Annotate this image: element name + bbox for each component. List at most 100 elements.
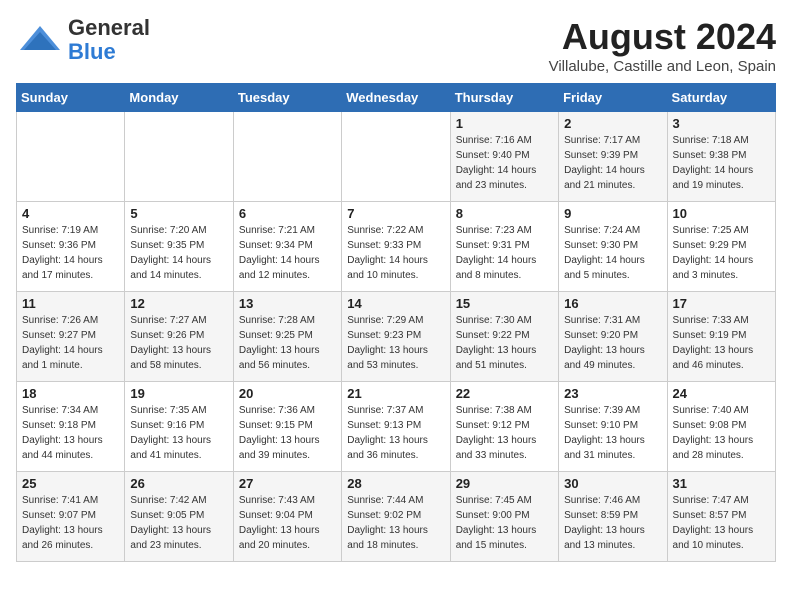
day-info: Sunrise: 7:16 AMSunset: 9:40 PMDaylight:… (456, 133, 553, 193)
weekday-saturday: Saturday (667, 84, 775, 112)
day-info: Sunrise: 7:22 AMSunset: 9:33 PMDaylight:… (347, 223, 444, 283)
day-info: Sunrise: 7:42 AMSunset: 9:05 PMDaylight:… (130, 493, 227, 553)
logo: General Blue (16, 16, 150, 64)
weekday-sunday: Sunday (17, 84, 125, 112)
day-info: Sunrise: 7:46 AMSunset: 8:59 PMDaylight:… (564, 493, 661, 553)
logo-general: General (68, 15, 150, 40)
day-number: 8 (456, 206, 553, 221)
calendar-cell: 18 Sunrise: 7:34 AMSunset: 9:18 PMDayligh… (17, 382, 125, 472)
calendar-cell: 9 Sunrise: 7:24 AMSunset: 9:30 PMDaylight… (559, 202, 667, 292)
weekday-wednesday: Wednesday (342, 84, 450, 112)
calendar-cell (125, 112, 233, 202)
day-info: Sunrise: 7:40 AMSunset: 9:08 PMDaylight:… (673, 403, 770, 463)
day-number: 4 (22, 206, 119, 221)
day-number: 19 (130, 386, 227, 401)
day-number: 16 (564, 296, 661, 311)
weekday-header-row: SundayMondayTuesdayWednesdayThursdayFrid… (17, 84, 776, 112)
day-number: 18 (22, 386, 119, 401)
calendar-cell: 14Sunrise: 7:29 AMSunset: 9:23 PMDayligh… (342, 292, 450, 382)
day-number: 9 (564, 206, 661, 221)
day-info: Sunrise: 7:30 AMSunset: 9:22 PMDaylight:… (456, 313, 553, 373)
calendar-cell: 22Sunrise: 7:38 AMSunset: 9:12 PMDayligh… (450, 382, 558, 472)
day-number: 28 (347, 476, 444, 491)
weekday-tuesday: Tuesday (233, 84, 341, 112)
calendar-cell: 25Sunrise: 7:41 AMSunset: 9:07 PMDayligh… (17, 472, 125, 562)
day-info: Sunrise: 7:47 AMSunset: 8:57 PMDaylight:… (673, 493, 770, 553)
calendar-cell: 20Sunrise: 7:36 AMSunset: 9:15 PMDayligh… (233, 382, 341, 472)
calendar-cell: 10 Sunrise: 7:25 AMSunset: 9:29 PMDayligh… (667, 202, 775, 292)
logo-blue: Blue (68, 39, 116, 64)
day-number: 12 (130, 296, 227, 311)
day-info: Sunrise: 7:23 AMSunset: 9:31 PMDaylight:… (456, 223, 553, 283)
calendar-cell: 17Sunrise: 7:33 AMSunset: 9:19 PMDayligh… (667, 292, 775, 382)
day-number: 21 (347, 386, 444, 401)
calendar-body: 1Sunrise: 7:16 AMSunset: 9:40 PMDaylight… (17, 112, 776, 562)
month-year-title: August 2024 (549, 16, 776, 58)
calendar-cell: 24 Sunrise: 7:40 AMSunset: 9:08 PMDayligh… (667, 382, 775, 472)
calendar-header: SundayMondayTuesdayWednesdayThursdayFrid… (17, 84, 776, 112)
calendar-cell: 27Sunrise: 7:43 AMSunset: 9:04 PMDayligh… (233, 472, 341, 562)
day-info: Sunrise: 7:24 AMSunset: 9:30 PMDaylight:… (564, 223, 661, 283)
day-number: 5 (130, 206, 227, 221)
day-info: Sunrise: 7:21 AMSunset: 9:34 PMDaylight:… (239, 223, 336, 283)
location-subtitle: Villalube, Castille and Leon, Spain (549, 58, 776, 75)
day-number: 22 (456, 386, 553, 401)
day-number: 13 (239, 296, 336, 311)
calendar-week-4: 18 Sunrise: 7:34 AMSunset: 9:18 PMDayligh… (17, 382, 776, 472)
calendar-cell: 30 Sunrise: 7:46 AMSunset: 8:59 PMDayligh… (559, 472, 667, 562)
calendar-cell: 2Sunrise: 7:17 AMSunset: 9:39 PMDaylight… (559, 112, 667, 202)
calendar-cell: 1Sunrise: 7:16 AMSunset: 9:40 PMDaylight… (450, 112, 558, 202)
day-info: Sunrise: 7:25 AMSunset: 9:29 PMDaylight:… (673, 223, 770, 283)
day-number: 27 (239, 476, 336, 491)
day-info: Sunrise: 7:19 AMSunset: 9:36 PMDaylight:… (22, 223, 119, 283)
day-info: Sunrise: 7:35 AMSunset: 9:16 PMDaylight:… (130, 403, 227, 463)
calendar-cell: 23 Sunrise: 7:39 AMSunset: 9:10 PMDayligh… (559, 382, 667, 472)
calendar-cell: 12Sunrise: 7:27 AMSunset: 9:26 PMDayligh… (125, 292, 233, 382)
calendar-cell: 19 Sunrise: 7:35 AMSunset: 9:16 PMDayligh… (125, 382, 233, 472)
day-number: 29 (456, 476, 553, 491)
day-number: 23 (564, 386, 661, 401)
calendar-cell (233, 112, 341, 202)
day-info: Sunrise: 7:18 AMSunset: 9:38 PMDaylight:… (673, 133, 770, 193)
day-number: 24 (673, 386, 770, 401)
day-info: Sunrise: 7:28 AMSunset: 9:25 PMDaylight:… (239, 313, 336, 373)
weekday-friday: Friday (559, 84, 667, 112)
logo-text: General Blue (68, 16, 150, 64)
calendar-cell: 4 Sunrise: 7:19 AMSunset: 9:36 PMDaylight… (17, 202, 125, 292)
weekday-monday: Monday (125, 84, 233, 112)
day-info: Sunrise: 7:33 AMSunset: 9:19 PMDaylight:… (673, 313, 770, 373)
calendar-cell (17, 112, 125, 202)
calendar-cell: 16 Sunrise: 7:31 AMSunset: 9:20 PMDayligh… (559, 292, 667, 382)
day-number: 10 (673, 206, 770, 221)
header: General Blue August 2024 Villalube, Cast… (16, 16, 776, 75)
calendar-cell: 5 Sunrise: 7:20 AMSunset: 9:35 PMDaylight… (125, 202, 233, 292)
day-number: 7 (347, 206, 444, 221)
day-info: Sunrise: 7:20 AMSunset: 9:35 PMDaylight:… (130, 223, 227, 283)
day-number: 3 (673, 116, 770, 131)
day-number: 30 (564, 476, 661, 491)
calendar-week-5: 25Sunrise: 7:41 AMSunset: 9:07 PMDayligh… (17, 472, 776, 562)
calendar-cell: 15Sunrise: 7:30 AMSunset: 9:22 PMDayligh… (450, 292, 558, 382)
day-number: 25 (22, 476, 119, 491)
calendar-cell: 8 Sunrise: 7:23 AMSunset: 9:31 PMDaylight… (450, 202, 558, 292)
day-info: Sunrise: 7:37 AMSunset: 9:13 PMDaylight:… (347, 403, 444, 463)
day-number: 6 (239, 206, 336, 221)
day-info: Sunrise: 7:34 AMSunset: 9:18 PMDaylight:… (22, 403, 119, 463)
day-info: Sunrise: 7:26 AMSunset: 9:27 PMDaylight:… (22, 313, 119, 373)
calendar-cell: 11 Sunrise: 7:26 AMSunset: 9:27 PMDayligh… (17, 292, 125, 382)
logo-icon (16, 22, 64, 58)
calendar-cell: 3 Sunrise: 7:18 AMSunset: 9:38 PMDaylight… (667, 112, 775, 202)
day-info: Sunrise: 7:44 AMSunset: 9:02 PMDaylight:… (347, 493, 444, 553)
calendar-week-3: 11 Sunrise: 7:26 AMSunset: 9:27 PMDayligh… (17, 292, 776, 382)
day-info: Sunrise: 7:36 AMSunset: 9:15 PMDaylight:… (239, 403, 336, 463)
calendar-week-1: 1Sunrise: 7:16 AMSunset: 9:40 PMDaylight… (17, 112, 776, 202)
day-info: Sunrise: 7:31 AMSunset: 9:20 PMDaylight:… (564, 313, 661, 373)
calendar-cell: 26Sunrise: 7:42 AMSunset: 9:05 PMDayligh… (125, 472, 233, 562)
day-info: Sunrise: 7:39 AMSunset: 9:10 PMDaylight:… (564, 403, 661, 463)
calendar-cell: 28 Sunrise: 7:44 AMSunset: 9:02 PMDayligh… (342, 472, 450, 562)
title-area: August 2024 Villalube, Castille and Leon… (549, 16, 776, 75)
day-number: 11 (22, 296, 119, 311)
calendar-cell: 29Sunrise: 7:45 AMSunset: 9:00 PMDayligh… (450, 472, 558, 562)
calendar-cell: 31Sunrise: 7:47 AMSunset: 8:57 PMDayligh… (667, 472, 775, 562)
day-info: Sunrise: 7:17 AMSunset: 9:39 PMDaylight:… (564, 133, 661, 193)
